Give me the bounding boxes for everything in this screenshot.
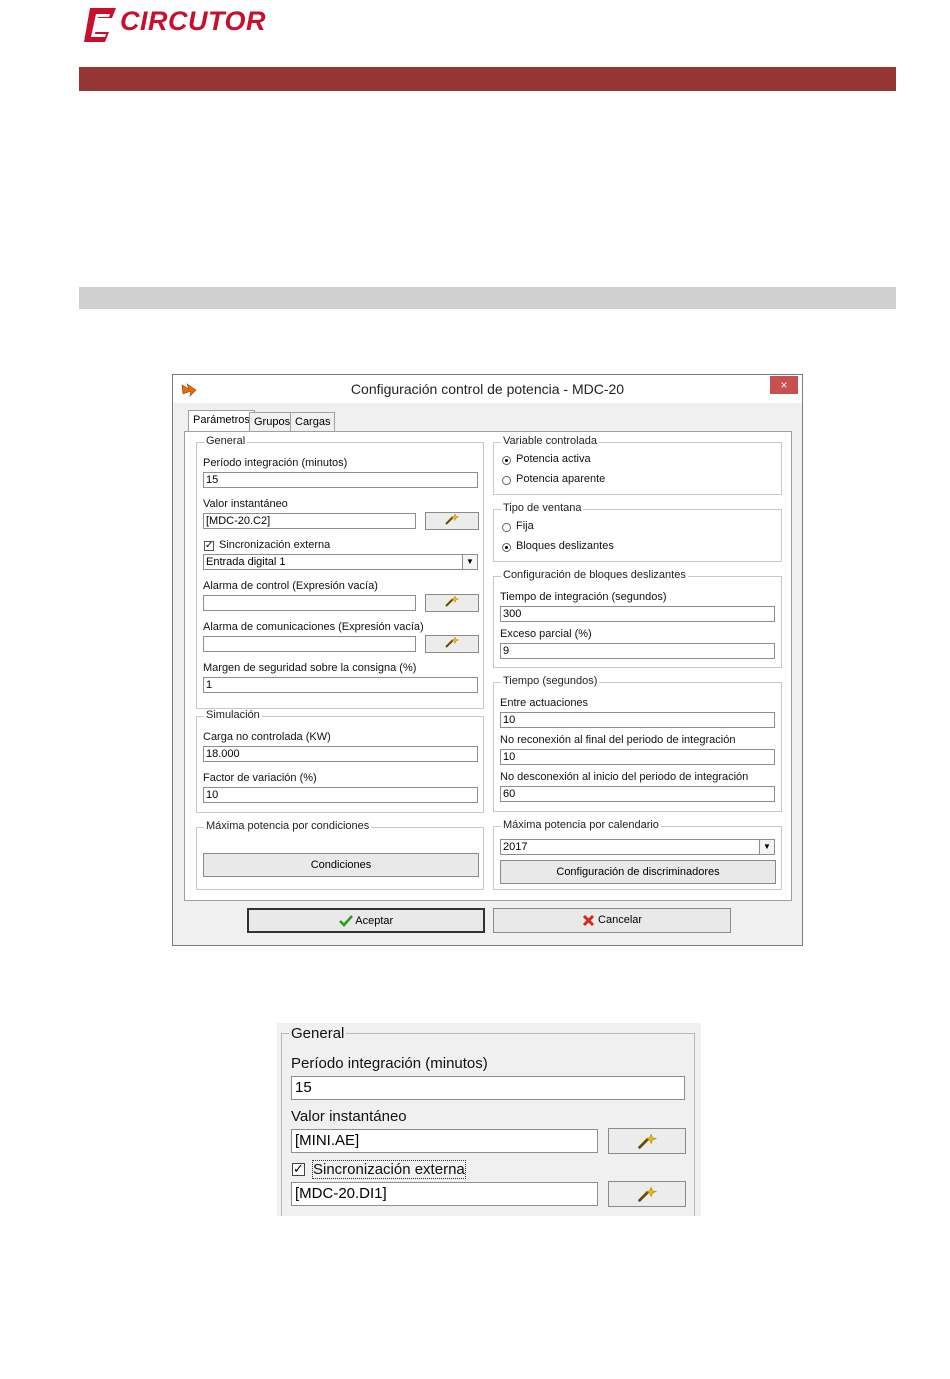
condiciones-button[interactable]: Condiciones [203,853,479,877]
radio-potencia-activa[interactable] [502,456,511,465]
group-simulacion: Simulación Carga no controlada (KW) 18.0… [196,709,484,813]
year-select[interactable]: 2017 ▼ [500,839,775,855]
sync-checkbox[interactable]: ✓ [204,541,214,551]
no-desconexion-input[interactable]: 60 [500,786,775,802]
alarma-com-input[interactable] [203,636,416,652]
group-title: Máxima potencia por calendario [501,819,661,831]
fija-label: Fija [516,520,534,532]
zoom-sync-label: Sincronización externa [312,1160,466,1179]
tab-grupos[interactable]: Grupos [249,412,296,432]
zoom-sync-input[interactable]: [MDC-20.DI1] [291,1182,598,1206]
valor-input[interactable]: [MDC-20.C2] [203,513,416,529]
circutor-logo-mark-icon [84,8,116,42]
tiempo-integracion-label: Tiempo de integración (segundos) [500,591,667,603]
carga-label: Carga no controlada (KW) [203,731,331,743]
group-title: Tipo de ventana [501,502,584,514]
zoom-valor-input[interactable]: [MINI.AE] [291,1129,598,1153]
factor-label: Factor de variación (%) [203,772,317,784]
group-variable-controlada: Variable controlada Potencia activa Pote… [493,435,782,495]
group-maxima-calendario: Máxima potencia por calendario 2017 ▼ Co… [493,819,782,890]
discriminadores-button[interactable]: Configuración de discriminadores [500,860,776,884]
tiempo-integracion-input[interactable]: 300 [500,606,775,622]
dialog-title: Configuración control de potencia - MDC-… [350,381,625,397]
zoom-periodo-input[interactable]: 15 [291,1076,685,1100]
zoom-valor-label: Valor instantáneo [291,1108,407,1125]
group-bloques-deslizantes: Configuración de bloques deslizantes Tie… [493,569,782,668]
potencia-activa-label: Potencia activa [516,453,591,465]
alarma-com-expression-button[interactable] [425,635,479,653]
section-band [79,287,896,309]
year-select-value: 2017 [503,841,528,853]
title-bar: Configuración control de potencia - MDC-… [173,375,802,403]
zoom-sync-expression-button[interactable] [608,1181,686,1207]
group-title: Simulación [204,709,262,721]
entre-actuaciones-input[interactable]: 10 [500,712,775,728]
potencia-aparente-label: Potencia aparente [516,473,606,485]
close-button[interactable]: × [770,376,798,394]
factor-input[interactable]: 10 [203,787,478,803]
group-general: General Período integración (minutos) 15… [196,435,484,709]
alarma-control-input[interactable] [203,595,416,611]
group-title: Variable controlada [501,435,599,447]
magic-wand-icon [445,513,460,525]
zoom-periodo-label: Período integración (minutos) [291,1055,488,1072]
no-desconexion-label: No desconexión al inicio del periodo de … [500,771,749,783]
aceptar-label: Aceptar [355,915,394,927]
radio-bloques-deslizantes[interactable] [502,543,511,552]
group-tiempo: Tiempo (segundos) Entre actuaciones 10 N… [493,675,782,812]
entre-actuaciones-label: Entre actuaciones [500,697,589,709]
cancelar-label: Cancelar [598,914,643,926]
no-reconexion-label: No reconexión al final del periodo de in… [500,734,736,746]
cancelar-button[interactable]: Cancelar [493,908,731,933]
group-title: General [204,435,248,447]
alarma-com-label: Alarma de comunicaciones (Expresión vací… [203,621,424,633]
magic-wand-icon [445,636,460,648]
sync-select[interactable]: Entrada digital 1 ▼ [203,554,478,570]
alarma-control-expression-button[interactable] [425,594,479,612]
chevron-down-icon[interactable]: ▼ [759,840,774,854]
red-x-icon [582,914,595,926]
chevron-down-icon[interactable]: ▼ [462,555,477,569]
margen-label: Margen de seguridad sobre la consigna (%… [203,662,417,674]
tab-parametros[interactable]: Parámetros [188,410,255,432]
magic-wand-icon [637,1186,658,1202]
zoom-valor-expression-button[interactable] [608,1128,686,1154]
alarma-control-label: Alarma de control (Expresión vacía) [203,580,378,592]
group-title: Configuración de bloques deslizantes [501,569,688,581]
green-checkmark-icon [338,915,353,927]
config-dialog: Configuración control de potencia - MDC-… [172,374,803,946]
zoom-group-title: General [289,1025,347,1042]
carga-input[interactable]: 18.000 [203,746,478,762]
zoom-sync-checkbox[interactable]: ✓ [292,1163,305,1176]
bloques-deslizantes-label: Bloques deslizantes [516,540,614,552]
no-reconexion-input[interactable]: 10 [500,749,775,765]
valor-label: Valor instantáneo [203,498,288,510]
tab-panel-parametros: General Período integración (minutos) 15… [184,431,792,901]
tab-cargas[interactable]: Cargas [290,412,336,432]
group-maxima-condiciones: Máxima potencia por condiciones Condicio… [196,820,484,890]
margen-input[interactable]: 1 [203,677,478,693]
magic-wand-icon [445,595,460,607]
header-band [79,67,896,91]
sync-label: Sincronización externa [219,539,331,551]
exceso-input[interactable]: 9 [500,643,775,659]
periodo-input[interactable]: 15 [203,472,478,488]
brand-name: CIRCUTOR [120,6,267,36]
sync-select-value: Entrada digital 1 [206,556,286,568]
group-title: Máxima potencia por condiciones [204,820,372,832]
general-zoom-snippet: General Período integración (minutos) 15… [277,1023,701,1216]
magic-wand-icon [637,1133,658,1149]
exceso-label: Exceso parcial (%) [500,628,592,640]
radio-fija[interactable] [502,523,511,532]
radio-potencia-aparente[interactable] [502,476,511,485]
group-title: Tiempo (segundos) [501,675,600,687]
periodo-label: Período integración (minutos) [203,457,348,469]
group-tipo-ventana: Tipo de ventana Fija Bloques deslizantes [493,502,782,562]
aceptar-button[interactable]: Aceptar [247,908,485,933]
valor-expression-button[interactable] [425,512,479,530]
